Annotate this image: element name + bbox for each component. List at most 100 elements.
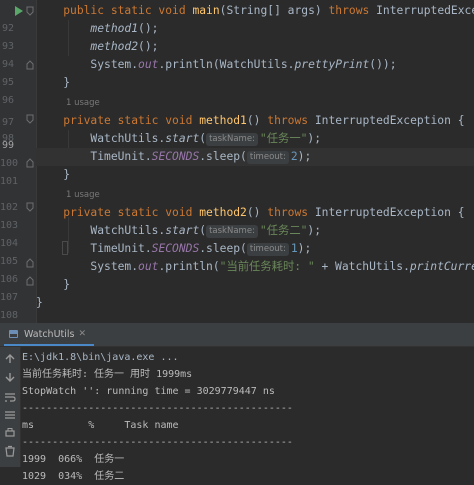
scroll-up-icon[interactable]: [4, 353, 16, 365]
line-number-current: 99: [1, 140, 14, 151]
console-line: ms % Task name: [22, 420, 179, 431]
code-line[interactable]: public static void main(String[] args) t…: [36, 2, 474, 20]
scroll-down-icon[interactable]: [4, 371, 16, 383]
line-number: 100: [0, 158, 19, 169]
code-line[interactable]: System.out.println(WatchUtils.prettyPrin…: [36, 56, 474, 74]
code-keyword: private static void: [63, 114, 200, 127]
code-static-field: SECONDS: [151, 150, 200, 163]
fold-icon[interactable]: [26, 276, 34, 286]
code-line[interactable]: System.out.println("当前任务耗时: " + WatchUti…: [36, 258, 474, 276]
parameter-hint: timeout:: [246, 243, 289, 256]
line-number: 101: [0, 176, 19, 187]
code-line[interactable]: WatchUtils.start(taskName: "任务二");: [36, 222, 474, 240]
code-text: (String[] args): [219, 4, 329, 17]
run-tab-bar: WatchUtils ✕: [0, 324, 474, 347]
code-text: InterruptedException {: [376, 4, 474, 17]
code-string: "任务二": [259, 224, 308, 237]
code-method-name: method2: [199, 206, 247, 219]
code-method-name: main: [192, 4, 220, 17]
fold-icon[interactable]: [26, 60, 34, 70]
code-text: );: [297, 150, 312, 163]
code-text: );: [297, 242, 312, 255]
code-text: (): [246, 114, 268, 127]
line-number: 92: [1, 23, 14, 34]
console-line: 当前任务耗时: 任务一 用时 1999ms: [22, 369, 193, 380]
line-number: 93: [1, 41, 14, 52]
code-line[interactable]: }: [36, 294, 474, 312]
code-text: ());: [369, 58, 397, 71]
console-line: 1999 066% 任务一: [22, 454, 125, 465]
code-text: );: [307, 224, 322, 237]
code-keyword: throws: [267, 206, 309, 219]
code-method-call: start: [165, 224, 200, 237]
code-text: .sleep(: [199, 150, 247, 163]
fold-icon[interactable]: [26, 202, 34, 212]
run-gutter-icon[interactable]: [14, 5, 24, 17]
code-line[interactable]: }: [36, 276, 474, 294]
console-line: E:\jdk1.8\bin\java.exe ...: [22, 352, 179, 363]
code-line-current[interactable]: TimeUnit.SECONDS.sleep(timeout: 2);: [36, 148, 474, 166]
run-tab-watchutils[interactable]: WatchUtils ✕: [4, 324, 95, 346]
print-icon[interactable]: [4, 427, 16, 439]
clear-all-icon[interactable]: [4, 445, 16, 457]
code-string: "任务一": [259, 132, 308, 145]
code-method-call: method1: [90, 22, 139, 35]
code-text: ();: [138, 40, 159, 53]
code-line[interactable]: WatchUtils.start(taskName: "任务一");: [36, 130, 474, 148]
code-number: 2: [290, 150, 298, 163]
run-tool-window: WatchUtils ✕ E:\jdk1.8\bin\java.exe ... …: [0, 323, 474, 482]
fold-icon[interactable]: [26, 6, 34, 16]
code-line[interactable]: private static void method1() throws Int…: [36, 112, 474, 130]
code-text: .println(: [158, 260, 220, 273]
line-number: 94: [1, 59, 14, 70]
line-number: 102: [0, 202, 19, 213]
code-line[interactable]: }: [36, 74, 474, 92]
code-method-call: printCurrentTask: [409, 260, 474, 273]
code-keyword: public static void: [63, 4, 193, 17]
console-output[interactable]: E:\jdk1.8\bin\java.exe ... 当前任务耗时: 任务一 用…: [22, 349, 474, 482]
usage-hint[interactable]: 1 usage: [66, 188, 100, 202]
line-number: 107: [0, 292, 19, 303]
code-text: TimeUnit.: [90, 150, 152, 163]
code-text: WatchUtils.: [90, 224, 166, 237]
parameter-hint: taskName:: [206, 225, 258, 238]
close-icon[interactable]: ✕: [78, 329, 86, 339]
code-keyword: throws: [267, 114, 309, 127]
fold-icon[interactable]: [26, 158, 34, 168]
code-text: InterruptedException {: [308, 206, 465, 219]
code-line[interactable]: method2();: [36, 38, 474, 56]
code-text: (: [199, 132, 207, 145]
code-line[interactable]: TimeUnit.SECONDS.sleep(timeout: 1);: [36, 240, 474, 258]
code-line[interactable]: private static void method2() throws Int…: [36, 204, 474, 222]
code-text: (: [199, 224, 207, 237]
scroll-to-end-icon[interactable]: [4, 409, 16, 421]
line-number: [0, 2, 14, 20]
line-number: 103: [0, 220, 19, 231]
code-text: WatchUtils.: [90, 132, 166, 145]
code-static-field: out: [138, 58, 159, 71]
code-method-call: start: [165, 132, 200, 145]
line-number: 95: [1, 77, 14, 88]
console-line: StopWatch '': running time = 3029779447 …: [22, 386, 275, 397]
code-editor[interactable]: 92 93 94 95 96 97 98 99 100 101 102 103 …: [0, 0, 474, 323]
text-caret-marker: [62, 241, 68, 255]
run-toolbar: [0, 347, 21, 467]
code-text: .println(WatchUtils.: [158, 58, 295, 71]
code-line[interactable]: }: [36, 166, 474, 184]
fold-icon[interactable]: [26, 114, 34, 124]
usage-hint[interactable]: 1 usage: [66, 96, 100, 110]
fold-icon[interactable]: [26, 258, 34, 268]
soft-wrap-icon[interactable]: [4, 391, 16, 403]
code-line[interactable]: method1();: [36, 20, 474, 38]
code-method-call: method2: [90, 40, 139, 53]
line-number: 96: [1, 95, 14, 106]
code-number: 1: [290, 242, 298, 255]
code-text: (): [246, 206, 268, 219]
